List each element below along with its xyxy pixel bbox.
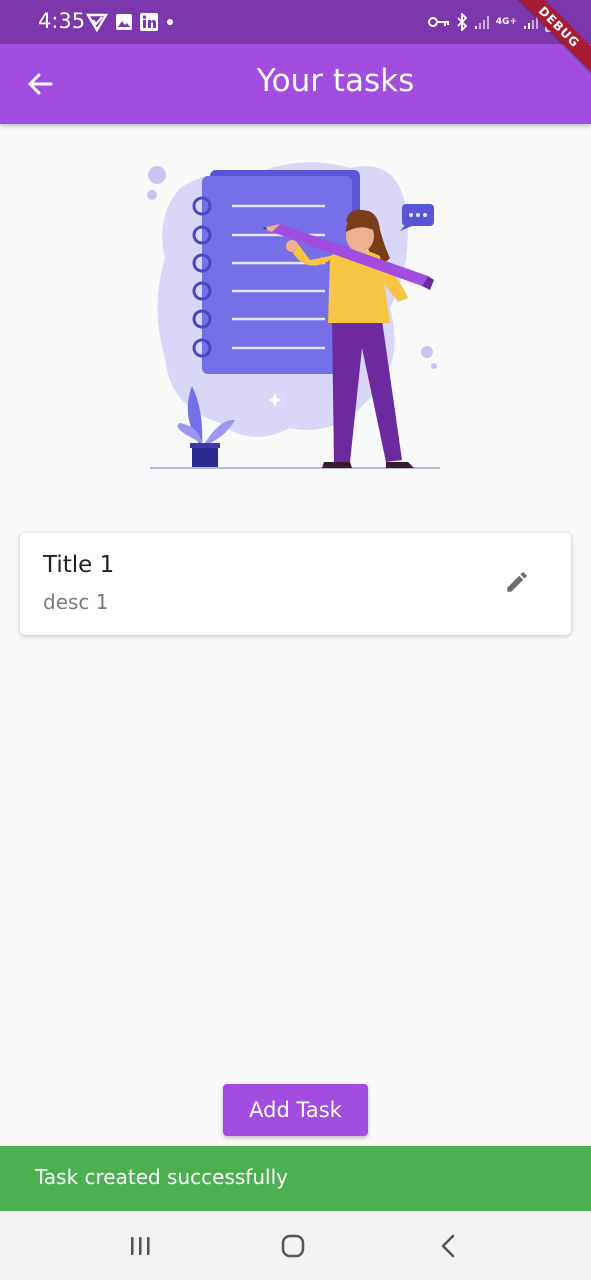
- dot-icon: [167, 19, 173, 25]
- linkedin-icon: [140, 13, 158, 31]
- edit-task-button[interactable]: [501, 566, 533, 598]
- add-task-button[interactable]: Add Task: [223, 1084, 368, 1136]
- task-illustration: [147, 162, 440, 469]
- home-button[interactable]: [271, 1231, 315, 1261]
- home-icon: [281, 1234, 305, 1258]
- gallery-icon: [116, 14, 132, 30]
- recents-button[interactable]: [118, 1231, 162, 1261]
- illustration-dot: [148, 166, 166, 184]
- status-time: 4:35: [38, 9, 86, 33]
- back-icon: [441, 1234, 455, 1258]
- network-type-label: 4G+: [495, 16, 517, 27]
- key-icon: [427, 17, 449, 27]
- status-left-icons: [86, 10, 175, 34]
- system-back-button[interactable]: [426, 1231, 470, 1261]
- signal-icon: [474, 16, 489, 29]
- snackbar-message: Task created successfully: [35, 1165, 288, 1189]
- task-card[interactable]: Title 1 desc 1: [20, 533, 571, 635]
- task-description: desc 1: [43, 590, 109, 614]
- app-bar: Your tasks: [0, 44, 591, 124]
- navigation-bar: [0, 1211, 591, 1280]
- edit-pencil-icon: [507, 572, 527, 592]
- task-title: Title 1: [43, 552, 115, 578]
- page-title: Your tasks: [256, 63, 415, 99]
- recents-icon: [131, 1237, 150, 1255]
- snackbar: Task created successfully: [0, 1146, 591, 1211]
- vpn-shield-icon: [86, 13, 108, 32]
- illustration-dot: [421, 346, 433, 358]
- illustration-dot: [147, 190, 157, 200]
- plant-pot: [192, 445, 218, 467]
- illustration-dot: [431, 363, 437, 369]
- status-bar: 4:35 4G+: [0, 0, 591, 44]
- bluetooth-icon: [457, 13, 468, 31]
